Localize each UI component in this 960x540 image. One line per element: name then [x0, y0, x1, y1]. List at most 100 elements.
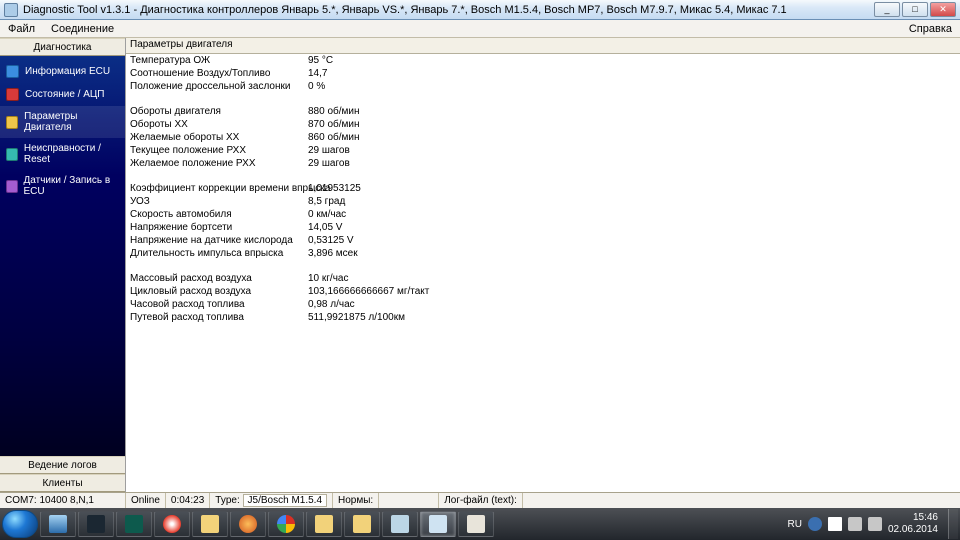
status-port: COM7: 10400 8,N,1: [0, 493, 126, 508]
sidebar-item-engine-params[interactable]: Параметры Двигателя: [0, 106, 125, 138]
firefox-icon: [239, 515, 257, 533]
param-value: 0 %: [306, 80, 325, 93]
param-label: Обороты ХХ: [126, 118, 306, 131]
param-row: Цикловый расход воздуха103,166666666667 …: [126, 285, 960, 298]
gear-icon: [6, 116, 18, 129]
status-type-label: Type:: [215, 495, 239, 506]
param-row: Напряжение бортсети14,05 V: [126, 221, 960, 234]
start-button[interactable]: [2, 510, 38, 538]
ccleaner-icon: [163, 515, 181, 533]
status-timer: 0:04:23: [166, 493, 210, 508]
sidebar-item-state-adc[interactable]: Состояние / АЦП: [0, 83, 125, 106]
param-label: Напряжение бортсети: [126, 221, 306, 234]
app-icon: [49, 515, 67, 533]
param-label: Скорость автомобиля: [126, 208, 306, 221]
tray-icon[interactable]: [808, 517, 822, 531]
minimize-button[interactable]: _: [874, 2, 900, 17]
param-label: Желаемое положение РХХ: [126, 157, 306, 170]
sidebar-item-label: Состояние / АЦП: [25, 89, 105, 100]
taskbar-app-diagnostic-tool[interactable]: [420, 511, 456, 537]
sidebar-body: Информация ECU Состояние / АЦП Параметры…: [0, 56, 125, 456]
param-value: 860 об/мин: [306, 131, 360, 144]
app-icon: [125, 515, 143, 533]
tray-language[interactable]: RU: [787, 519, 801, 530]
param-row: Длительность импульса впрыска3,896 мсек: [126, 247, 960, 260]
menubar: Файл Соединение Справка: [0, 20, 960, 38]
param-label: Путевой расход топлива: [126, 311, 306, 324]
param-row: Соотношение Воздух/Топливо14,7: [126, 67, 960, 80]
app-icon: [4, 3, 18, 17]
params-grid: Температура ОЖ95 °CСоотношение Воздух/То…: [126, 54, 960, 492]
taskbar: RU 15:46 02.06.2014: [0, 508, 960, 540]
param-row: Температура ОЖ95 °C: [126, 54, 960, 67]
status-online: Online: [126, 493, 166, 508]
sidebar-section-logs[interactable]: Ведение логов: [0, 456, 125, 474]
param-label: Коэффициент коррекции времени впрыска: [126, 182, 306, 195]
taskbar-app-2[interactable]: [78, 511, 114, 537]
param-label: Напряжение на датчике кислорода: [126, 234, 306, 247]
status-logfile: Лог-файл (text):: [439, 493, 523, 508]
maximize-button[interactable]: □: [902, 2, 928, 17]
param-row: Часовой расход топлива0,98 л/час: [126, 298, 960, 311]
sidebar-item-ecu-info[interactable]: Информация ECU: [0, 60, 125, 83]
taskbar-app-5[interactable]: [192, 511, 228, 537]
taskbar-app-1[interactable]: [40, 511, 76, 537]
taskbar-app-8[interactable]: [306, 511, 342, 537]
param-label: Массовый расход воздуха: [126, 272, 306, 285]
taskbar-app-3[interactable]: [116, 511, 152, 537]
network-icon[interactable]: [848, 517, 862, 531]
taskbar-app-9[interactable]: [344, 511, 380, 537]
param-row: Желаемые обороты ХХ860 об/мин: [126, 131, 960, 144]
sidebar-item-label: Информация ECU: [25, 66, 110, 77]
tray-time: 15:46: [888, 512, 938, 524]
menu-help[interactable]: Справка: [901, 21, 960, 37]
param-row: Желаемое положение РХХ29 шагов: [126, 157, 960, 170]
volume-icon[interactable]: [868, 517, 882, 531]
param-row: Напряжение на датчике кислорода0,53125 V: [126, 234, 960, 247]
show-desktop-button[interactable]: [948, 509, 958, 539]
param-value: 95 °C: [306, 54, 333, 67]
sidebar-item-label: Датчики / Запись в ECU: [24, 175, 120, 197]
param-value: 29 шагов: [306, 144, 350, 157]
taskbar-app-6[interactable]: [230, 511, 266, 537]
taskbar-app-7[interactable]: [268, 511, 304, 537]
param-row: Обороты ХХ870 об/мин: [126, 118, 960, 131]
taskbar-app-10[interactable]: [382, 511, 418, 537]
param-label: Температура ОЖ: [126, 54, 306, 67]
sidebar-item-faults-reset[interactable]: Неисправности / Reset: [0, 138, 125, 170]
photoshop-icon: [87, 515, 105, 533]
param-row: Путевой расход топлива511,9921875 л/100к…: [126, 311, 960, 324]
param-row: Массовый расход воздуха10 кг/час: [126, 272, 960, 285]
content-header: Параметры двигателя: [126, 38, 960, 54]
system-tray: RU 15:46 02.06.2014: [783, 512, 946, 536]
param-row: УОЗ8,5 град: [126, 195, 960, 208]
sidebar-item-label: Неисправности / Reset: [24, 143, 119, 165]
flag-icon[interactable]: [828, 517, 842, 531]
taskbar-app-4[interactable]: [154, 511, 190, 537]
folder-icon: [315, 515, 333, 533]
param-row: Текущее положение РХХ29 шагов: [126, 144, 960, 157]
window-titlebar: Diagnostic Tool v1.3.1 - Диагностика кон…: [0, 0, 960, 20]
param-value: 29 шагов: [306, 157, 350, 170]
param-value: 14,05 V: [306, 221, 342, 234]
param-value: 1,01953125: [306, 182, 361, 195]
tray-clock[interactable]: 15:46 02.06.2014: [888, 512, 942, 536]
param-value: 103,166666666667 мг/такт: [306, 285, 429, 298]
calculator-icon: [391, 515, 409, 533]
param-value: 0,98 л/час: [306, 298, 355, 311]
param-row: Положение дроссельной заслонки0 %: [126, 80, 960, 93]
status-type-value: J5/Bosch M1.5.4: [243, 494, 327, 507]
sidebar-section-clients[interactable]: Клиенты: [0, 474, 125, 492]
menu-file[interactable]: Файл: [0, 21, 43, 37]
menu-connection[interactable]: Соединение: [43, 21, 122, 37]
sidebar-section-diagnostics[interactable]: Диагностика: [0, 38, 125, 56]
taskbar-app-11[interactable]: [458, 511, 494, 537]
explorer-icon: [201, 515, 219, 533]
param-row: Обороты двигателя880 об/мин: [126, 105, 960, 118]
param-label: УОЗ: [126, 195, 306, 208]
sidebar-item-sensors-write[interactable]: Датчики / Запись в ECU: [0, 170, 125, 202]
param-value: 0,53125 V: [306, 234, 354, 247]
close-button[interactable]: ✕: [930, 2, 956, 17]
param-label: Соотношение Воздух/Топливо: [126, 67, 306, 80]
param-row: Коэффициент коррекции времени впрыска1,0…: [126, 182, 960, 195]
